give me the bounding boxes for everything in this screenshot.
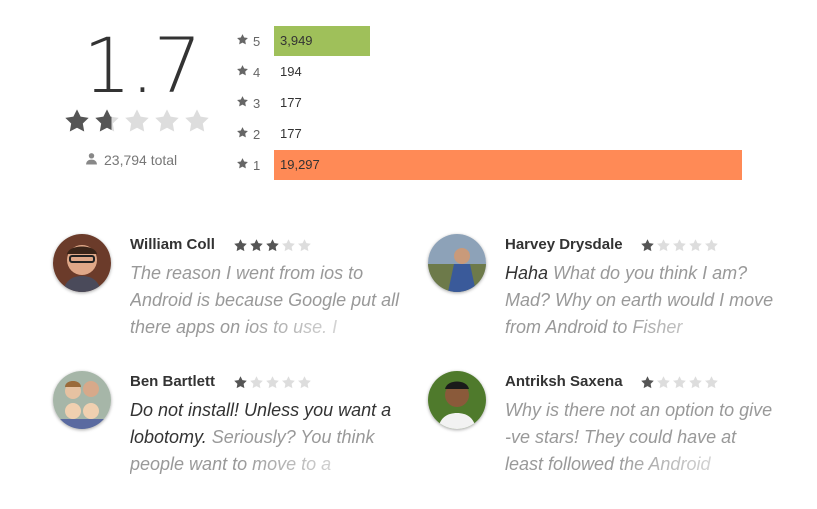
review-stars — [640, 238, 719, 258]
review-author[interactable]: William Coll — [130, 236, 215, 253]
histogram-star-number: 4 — [253, 64, 261, 80]
star-icon — [153, 107, 181, 140]
histogram-count: 3,949 — [280, 33, 313, 48]
star-icon — [236, 126, 249, 142]
star-icon — [236, 95, 249, 111]
histogram-star-number: 5 — [253, 33, 261, 49]
review-author[interactable]: Ben Bartlett — [130, 373, 215, 390]
star-icon — [265, 375, 280, 395]
total-ratings: 23,794 total — [85, 152, 177, 168]
star-icon — [233, 375, 248, 395]
star-icon — [233, 238, 248, 258]
review-body: The reason I went from ios to Android is… — [130, 260, 400, 344]
avatar[interactable] — [428, 234, 486, 292]
histogram-row-5: 5 3,949 — [236, 26, 796, 56]
star-icon — [688, 238, 703, 258]
review-text: Why is there not an option to give -ve s… — [505, 400, 773, 474]
review-card[interactable]: Ben Bartlett Do not install! Unless you w… — [53, 371, 400, 481]
star-icon — [672, 375, 687, 395]
total-ratings-label: 23,794 total — [104, 152, 178, 168]
star-icon — [704, 375, 719, 395]
histogram-row-1: 1 19,297 — [236, 150, 796, 180]
avatar[interactable] — [53, 234, 111, 292]
star-icon — [123, 107, 151, 140]
star-icon — [704, 238, 719, 258]
avatar[interactable] — [53, 371, 111, 429]
review-stars — [640, 375, 719, 395]
star-icon — [672, 238, 687, 258]
histogram-star-number: 2 — [253, 126, 261, 142]
review-stars — [233, 375, 312, 395]
star-icon — [265, 238, 280, 258]
histogram-bar — [274, 150, 742, 180]
histogram-star-label: 5 — [236, 26, 268, 56]
star-icon — [63, 107, 91, 140]
review-author[interactable]: Antriksh Saxena — [505, 373, 623, 390]
histogram-count: 19,297 — [280, 157, 320, 172]
star-icon — [93, 107, 121, 140]
star-icon — [688, 375, 703, 395]
star-icon — [656, 238, 671, 258]
star-icon — [281, 238, 296, 258]
histogram-star-number: 1 — [253, 157, 261, 173]
histogram-star-label: 2 — [236, 119, 268, 149]
star-icon — [236, 33, 249, 49]
review-card[interactable]: Antriksh Saxena Why is there not an optio… — [428, 371, 775, 481]
review-author[interactable]: Harvey Drysdale — [505, 236, 623, 253]
star-icon — [249, 375, 264, 395]
histogram-row-2: 2 177 — [236, 119, 796, 149]
histogram-star-label: 4 — [236, 57, 268, 87]
star-icon — [297, 375, 312, 395]
average-score: 1.7 — [83, 21, 202, 110]
star-icon — [297, 238, 312, 258]
histogram-star-label: 3 — [236, 88, 268, 118]
review-card[interactable]: William Coll The reason I went from ios t… — [53, 234, 400, 344]
star-icon — [656, 375, 671, 395]
review-body: Why is there not an option to give -ve s… — [505, 397, 775, 481]
histogram-count: 177 — [280, 126, 302, 141]
review-card[interactable]: Harvey Drysdale Haha What do you think I … — [428, 234, 775, 344]
review-stars — [233, 238, 312, 258]
star-icon — [249, 238, 264, 258]
review-body: Do not install! Unless you want a loboto… — [130, 397, 400, 481]
histogram-star-label: 1 — [236, 150, 268, 180]
avatar[interactable] — [428, 371, 486, 429]
histogram-count: 177 — [280, 95, 302, 110]
review-title: Haha — [505, 263, 549, 283]
star-icon — [236, 157, 249, 173]
star-icon — [640, 375, 655, 395]
star-icon — [236, 64, 249, 80]
review-body: Haha What do you think I am? Mad? Why on… — [505, 260, 775, 344]
star-icon — [281, 375, 296, 395]
histogram-star-number: 3 — [253, 95, 261, 111]
histogram-row-4: 4 194 — [236, 57, 796, 87]
star-icon — [640, 238, 655, 258]
review-text: The reason I went from ios to Android is… — [130, 263, 400, 337]
person-icon — [85, 152, 98, 168]
histogram-count: 194 — [280, 64, 302, 79]
star-icon — [183, 107, 211, 140]
average-stars — [63, 107, 211, 140]
histogram-row-3: 3 177 — [236, 88, 796, 118]
